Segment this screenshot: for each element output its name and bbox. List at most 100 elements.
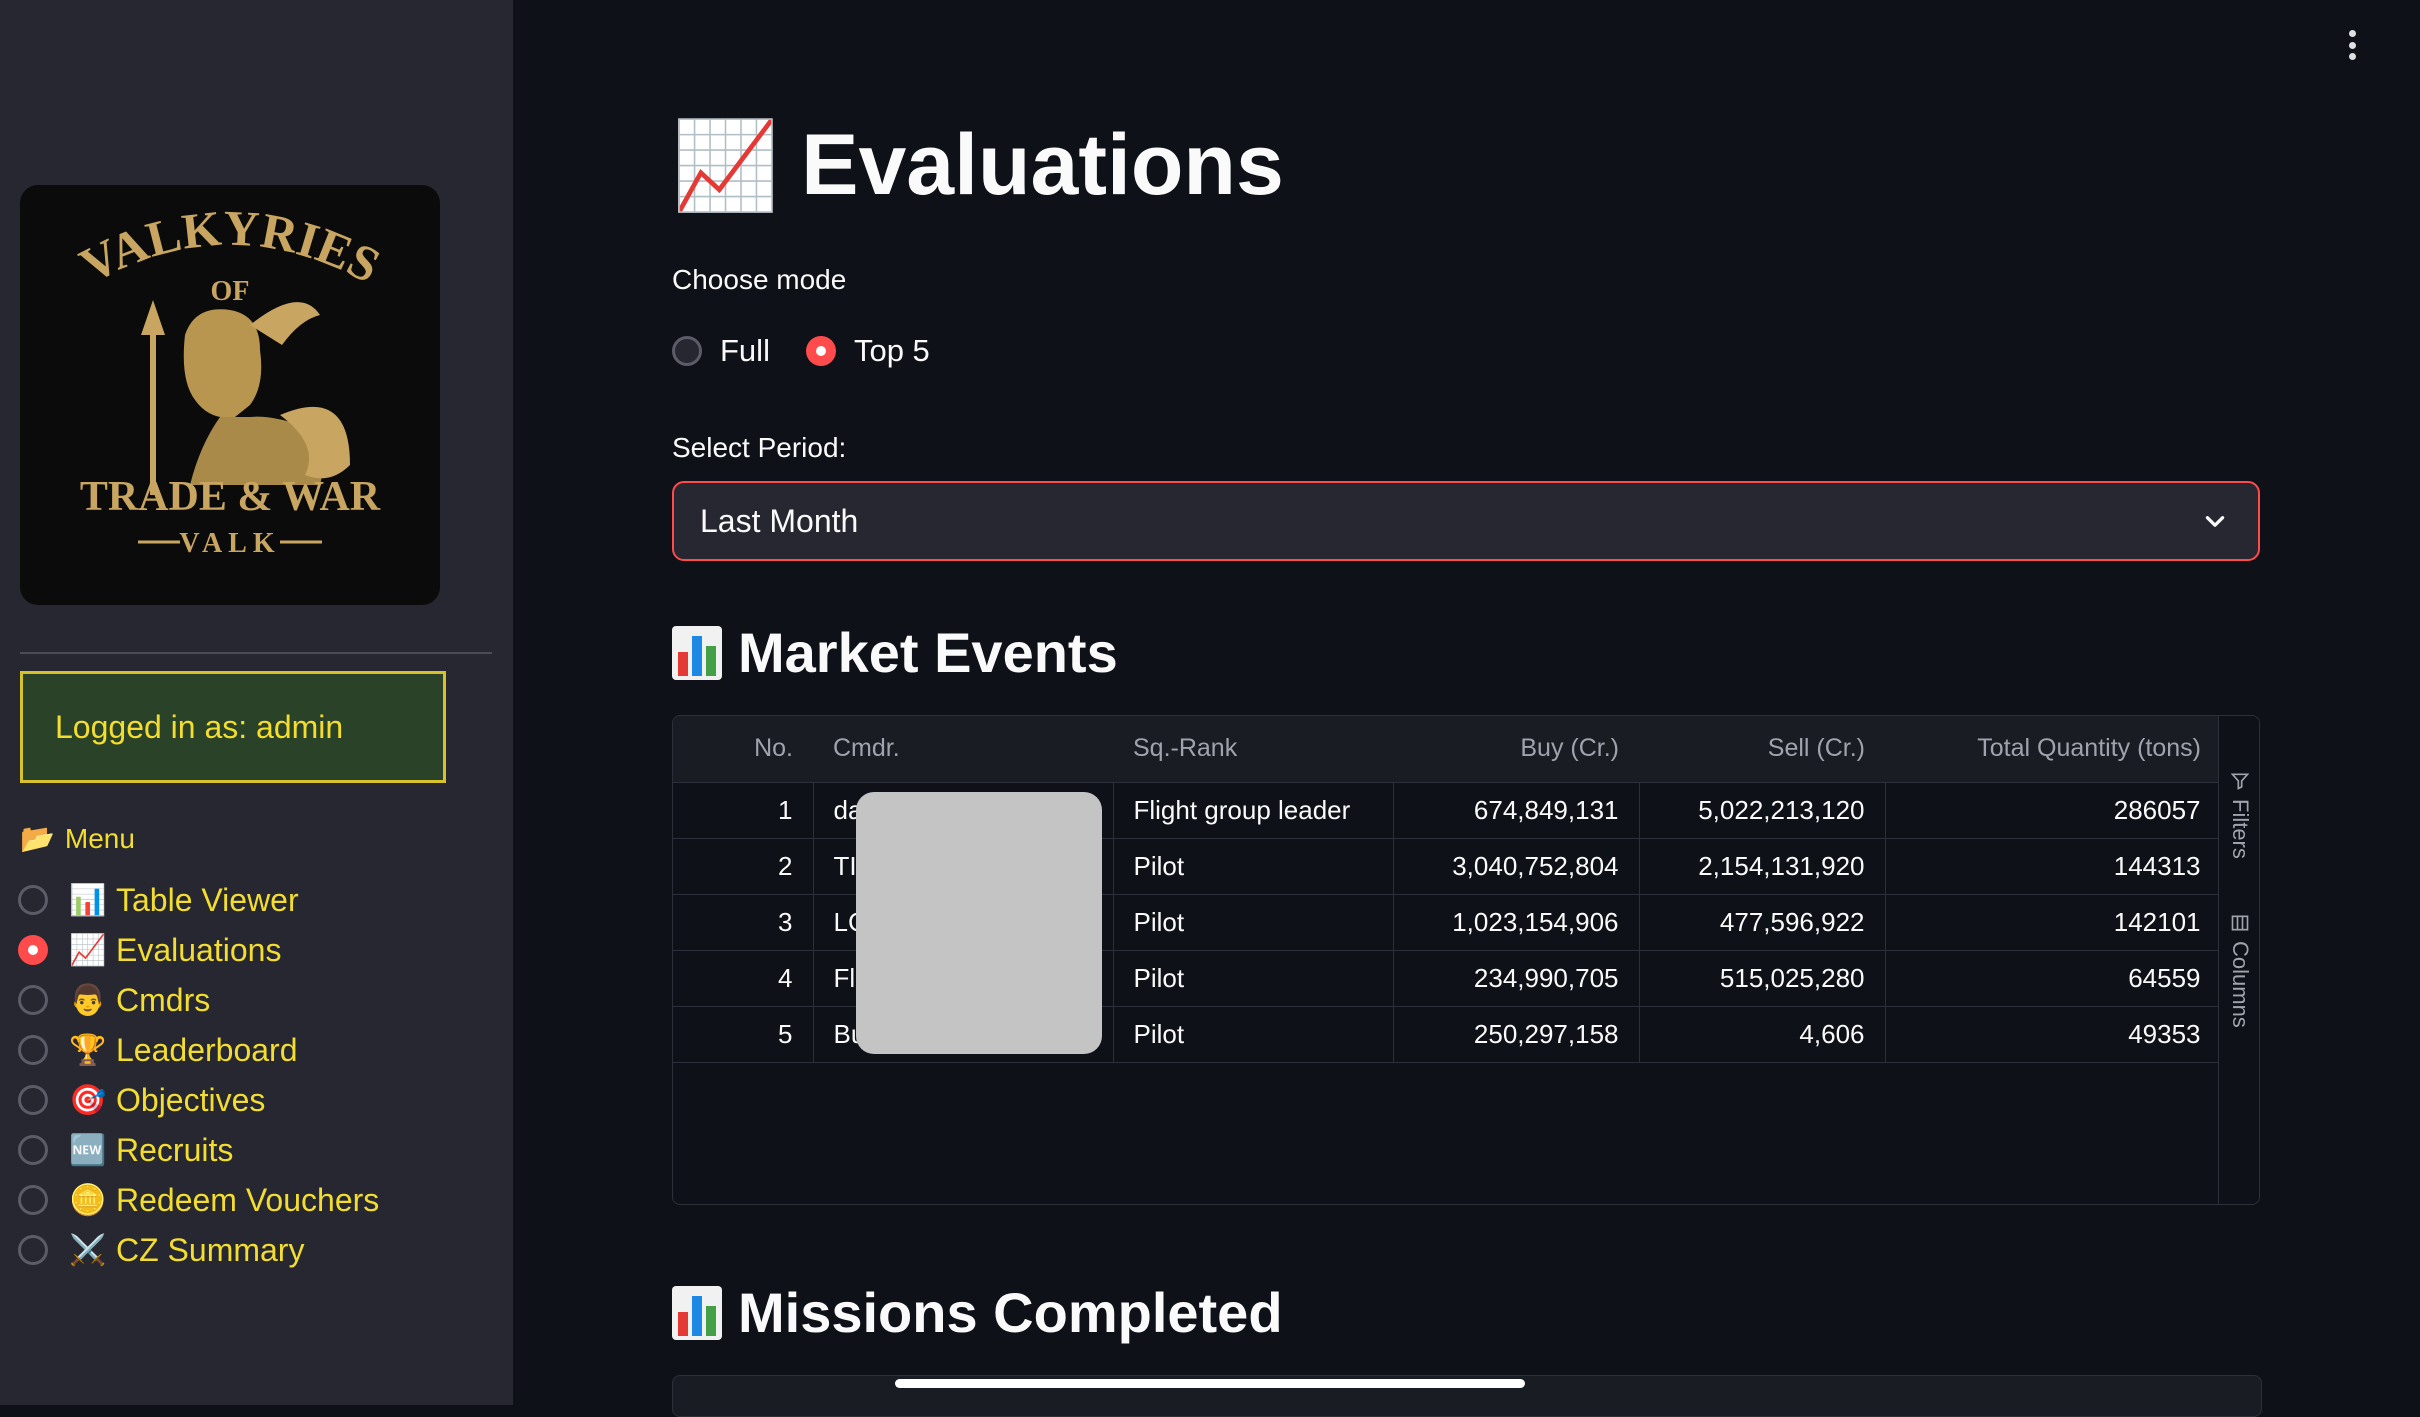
cell-total-quantity[interactable]: 144313 xyxy=(1885,838,2222,895)
cell-buy[interactable]: 250,297,158 xyxy=(1393,1006,1640,1063)
svg-text:OF: OF xyxy=(211,276,250,307)
cell-total-quantity[interactable]: 64559 xyxy=(1885,950,2222,1007)
period-select[interactable]: Last Month xyxy=(672,481,2260,561)
cell-sq-rank[interactable]: Pilot xyxy=(1113,838,1394,895)
bar-chart-icon xyxy=(672,1285,722,1340)
cell-sq-rank[interactable]: Pilot xyxy=(1113,950,1394,1007)
column-header-cmdr[interactable]: Cmdr. xyxy=(813,716,1113,783)
nav-item-label: Objectives xyxy=(116,1081,266,1118)
logged-in-text: Logged in as: admin xyxy=(55,708,344,745)
nav-item-cz-summary[interactable]: ⚔️ CZ Summary xyxy=(18,1225,379,1275)
kebab-dot-icon xyxy=(2348,53,2356,60)
cell-buy[interactable]: 3,040,752,804 xyxy=(1393,838,1640,895)
nav-item-label: Recruits xyxy=(116,1131,234,1168)
column-header-buy[interactable]: Buy (Cr.) xyxy=(1393,716,1639,783)
bar-chart-icon xyxy=(672,625,722,680)
cell-sell[interactable]: 4,606 xyxy=(1639,1006,1886,1063)
kebab-dot-icon xyxy=(2348,41,2356,49)
trophy-icon: 🏆 xyxy=(69,1033,107,1067)
valkyries-logo: VALKYRIES OF TRADE & WAR VALK xyxy=(20,185,440,605)
mode-radio-group: Full Top 5 xyxy=(672,333,966,369)
nav-item-objectives[interactable]: 🎯 Objectives xyxy=(18,1075,379,1125)
mode-option-top-5[interactable]: Top 5 xyxy=(805,333,930,369)
columns-toggle[interactable]: Columns xyxy=(2227,913,2253,1028)
folder-icon: 📂 xyxy=(20,823,55,854)
page-title-text: Evaluations xyxy=(801,117,1284,213)
cell-no[interactable]: 4 xyxy=(673,950,814,1007)
bar-chart-icon: 📊 xyxy=(69,883,107,917)
nav-radio[interactable] xyxy=(18,1185,48,1215)
nav-item-leaderboard[interactable]: 🏆 Leaderboard xyxy=(18,1025,379,1075)
cell-sell[interactable]: 477,596,922 xyxy=(1639,894,1886,951)
cell-sq-rank[interactable]: Flight group leader xyxy=(1113,782,1394,839)
cell-buy[interactable]: 674,849,131 xyxy=(1393,782,1640,839)
nav-item-recruits[interactable]: 🆕 Recruits xyxy=(18,1125,379,1175)
sidebar: VALKYRIES OF TRADE & WAR VALK Logged in … xyxy=(0,0,513,1405)
nav-radio[interactable] xyxy=(18,1135,48,1165)
nav-radio[interactable] xyxy=(18,1235,48,1265)
filter-icon xyxy=(2230,773,2250,790)
column-header-total-quantity[interactable]: Total Quantity (tons) xyxy=(1885,716,2221,783)
menu-title: 📂 Menu xyxy=(20,822,135,855)
main-menu-button[interactable] xyxy=(2346,30,2358,60)
filters-toggle[interactable]: Filters xyxy=(2227,771,2253,859)
chart-increasing-icon: 📈 xyxy=(672,118,780,214)
cell-sq-rank[interactable]: Pilot xyxy=(1113,894,1394,951)
nav-item-label: Evaluations xyxy=(116,931,282,968)
cell-no[interactable]: 3 xyxy=(673,894,814,951)
columns-icon xyxy=(2231,915,2249,931)
nav-radio-selected[interactable] xyxy=(18,935,48,965)
table-header-row: No. Cmdr. Sq.-Rank Buy (Cr.) Sell (Cr.) … xyxy=(673,716,2221,783)
cell-sell[interactable]: 5,022,213,120 xyxy=(1639,782,1886,839)
columns-label: Columns xyxy=(2228,941,2253,1028)
column-header-sq-rank[interactable]: Sq.-Rank xyxy=(1113,716,1393,783)
column-header-sell[interactable]: Sell (Cr.) xyxy=(1639,716,1885,783)
cell-total-quantity[interactable]: 142101 xyxy=(1885,894,2222,951)
nav-item-redeem-vouchers[interactable]: 🪙 Redeem Vouchers xyxy=(18,1175,379,1225)
nav-radio[interactable] xyxy=(18,1035,48,1065)
mode-label: Choose mode xyxy=(672,264,847,295)
horizontal-scrollbar[interactable] xyxy=(895,1379,1525,1388)
target-icon: 🎯 xyxy=(69,1083,107,1117)
radio-button[interactable] xyxy=(672,336,702,366)
cell-sq-rank[interactable]: Pilot xyxy=(1113,1006,1394,1063)
cell-no[interactable]: 2 xyxy=(673,838,814,895)
new-badge-icon: 🆕 xyxy=(69,1133,107,1167)
cell-sell[interactable]: 2,154,131,920 xyxy=(1639,838,1886,895)
cell-buy[interactable]: 1,023,154,906 xyxy=(1393,894,1640,951)
coin-icon: 🪙 xyxy=(69,1183,107,1217)
sidebar-nav: 📊 Table Viewer 📈 Evaluations 👨 Cmdrs 🏆 L… xyxy=(18,875,379,1275)
nav-item-label: CZ Summary xyxy=(116,1231,305,1268)
nav-radio[interactable] xyxy=(18,885,48,915)
kebab-dot-icon xyxy=(2348,30,2356,37)
nav-item-table-viewer[interactable]: 📊 Table Viewer xyxy=(18,875,379,925)
svg-text:TRADE & WAR: TRADE & WAR xyxy=(80,474,381,520)
chart-increasing-icon: 📈 xyxy=(69,933,107,967)
mode-option-label: Full xyxy=(720,333,770,368)
market-events-title: Market Events xyxy=(672,620,1118,685)
radio-button-selected[interactable] xyxy=(805,336,836,366)
cell-total-quantity[interactable]: 286057 xyxy=(1885,782,2222,839)
page-title: 📈 Evaluations xyxy=(672,115,1284,216)
nav-radio[interactable] xyxy=(18,1085,48,1115)
cell-no[interactable]: 5 xyxy=(673,1006,814,1063)
svg-text:VALK: VALK xyxy=(179,528,280,559)
nav-item-label: Table Viewer xyxy=(116,881,299,918)
nav-item-evaluations[interactable]: 📈 Evaluations xyxy=(18,925,379,975)
cell-sell[interactable]: 515,025,280 xyxy=(1639,950,1886,1007)
column-header-no[interactable]: No. xyxy=(673,716,813,783)
nav-radio[interactable] xyxy=(18,985,48,1015)
person-icon: 👨 xyxy=(69,983,107,1017)
nav-item-label: Redeem Vouchers xyxy=(116,1181,380,1218)
cell-no[interactable]: 1 xyxy=(673,782,814,839)
cell-total-quantity[interactable]: 49353 xyxy=(1885,1006,2222,1063)
cell-buy[interactable]: 234,990,705 xyxy=(1393,950,1640,1007)
grid-side-panel: Filters Columns xyxy=(2218,716,2259,1204)
mode-option-full[interactable]: Full xyxy=(672,333,770,369)
logged-in-status: Logged in as: admin xyxy=(20,671,446,783)
nav-item-label: Cmdrs xyxy=(116,981,211,1018)
missions-completed-title: Missions Completed xyxy=(672,1280,1283,1345)
menu-title-label: Menu xyxy=(64,822,135,854)
missions-completed-title-text: Missions Completed xyxy=(738,1281,1283,1344)
nav-item-cmdrs[interactable]: 👨 Cmdrs xyxy=(18,975,379,1025)
